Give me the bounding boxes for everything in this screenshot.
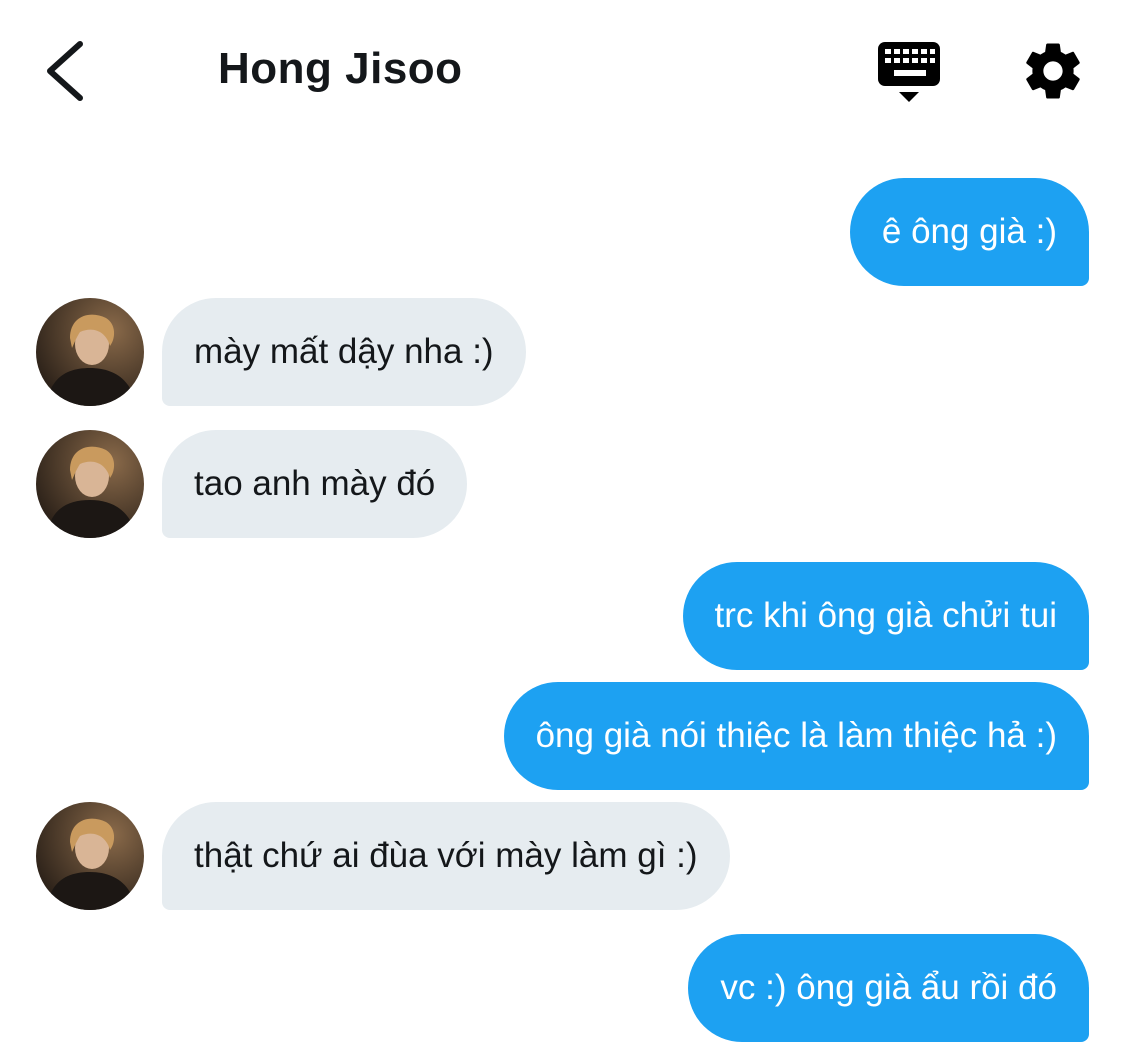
settings-button[interactable]: [1020, 38, 1086, 104]
message-bubble-received[interactable]: tao anh mày đó: [162, 430, 468, 538]
message-bubble-sent[interactable]: vc :) ông già ẩu rồi đó: [688, 934, 1089, 1042]
keyboard-toggle-button[interactable]: [872, 38, 946, 106]
conversation-title[interactable]: Hong Jisoo: [218, 44, 463, 94]
message-row-sent: ông già nói thiệc là làm thiệc hả :): [0, 682, 1125, 790]
avatar[interactable]: [36, 298, 144, 406]
dm-conversation-screen: Hong Jisoo ê ông già:) mày mất dậy nha …: [0, 0, 1125, 1052]
message-bubble-received[interactable]: mày mất dậy nha :): [162, 298, 526, 406]
keyboard-icon: [878, 42, 940, 102]
message-row-sent: vc :) ông già ẩu rồi đó: [0, 934, 1125, 1042]
gear-icon: [1026, 43, 1080, 99]
avatar[interactable]: [36, 802, 144, 910]
message-row-received: thật chứ ai đùa với mày làm gì :): [0, 802, 1125, 910]
message-row-sent: trc khi ông già chửi tui: [0, 562, 1125, 670]
message-bubble-sent[interactable]: ê ông già :): [849, 178, 1089, 286]
message-row-sent: ê ông già :): [0, 178, 1125, 286]
conversation-header: Hong Jisoo: [0, 0, 1125, 140]
chevron-left-icon: [47, 41, 83, 101]
message-bubble-received[interactable]: thật chứ ai đùa với mày làm gì :): [162, 802, 730, 910]
message-row-received: mày mất dậy nha :): [0, 298, 1125, 406]
message-bubble-sent[interactable]: ông già nói thiệc là làm thiệc hả :): [503, 682, 1089, 790]
avatar[interactable]: [36, 430, 144, 538]
message-row-received: tao anh mày đó: [0, 430, 1125, 538]
back-button[interactable]: [36, 36, 100, 106]
message-bubble-sent[interactable]: trc khi ông già chửi tui: [682, 562, 1089, 670]
